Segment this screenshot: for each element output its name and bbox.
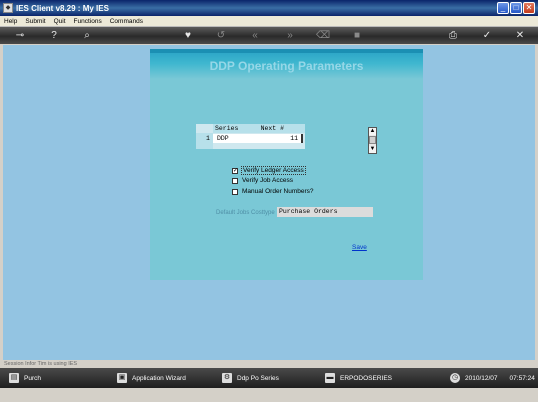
taskbar: ▤ Purch ▣ Application Wizard ⚙ Ddp Po Se… [0, 368, 538, 388]
print-icon[interactable]: ⎙ [446, 29, 460, 42]
table-row[interactable]: DDP 11 [213, 134, 303, 143]
window-title: IES Client v8.29 : My IES [16, 3, 109, 13]
wizard-icon: ▣ [117, 373, 127, 383]
panel-header: DDP Operating Parameters [150, 49, 423, 79]
task-ddp-po-series[interactable]: ⚙ Ddp Po Series [222, 372, 279, 384]
task-purch[interactable]: ▤ Purch [9, 372, 41, 384]
workspace: DDP Operating Parameters Series Next # 1… [3, 45, 535, 360]
menu-bar: Help Submit Quit Functions Commands [0, 16, 538, 27]
car-icon: ▬ [325, 373, 335, 383]
verify-job-row[interactable]: Verify Job Access [232, 177, 294, 184]
stop-icon[interactable]: ■ [350, 29, 364, 42]
document-icon: ▤ [9, 373, 19, 383]
verify-job-label: Verify Job Access [242, 177, 293, 184]
verify-ledger-label: Verify Ledger Access [241, 166, 306, 175]
grid-header: Series Next # [213, 124, 305, 133]
clock-icon: ◷ [450, 373, 460, 383]
back-icon[interactable]: « [248, 29, 262, 42]
heart-icon[interactable]: ♥ [181, 29, 195, 42]
row-selector[interactable] [196, 133, 213, 149]
key-icon[interactable]: ⊸ [10, 29, 30, 42]
menu-functions[interactable]: Functions [74, 18, 102, 25]
panel-title: DDP Operating Parameters [209, 59, 364, 73]
verify-ledger-row[interactable]: ✓ Verify Ledger Access [232, 166, 306, 175]
column-header-series: Series [215, 125, 239, 132]
session-info: Session Infor Tim is using IES [0, 360, 538, 368]
parameters-panel: DDP Operating Parameters Series Next # 1… [150, 49, 423, 280]
menu-help[interactable]: Help [4, 18, 17, 25]
maximize-button[interactable]: □ [510, 2, 522, 14]
grid-scrollbar[interactable]: ▲ ▼ [368, 127, 377, 154]
task-application-wizard[interactable]: ▣ Application Wizard [117, 372, 186, 384]
app-icon: ◆ [3, 3, 13, 13]
trash-icon[interactable]: ⌫ [316, 29, 330, 42]
scroll-thumb[interactable] [369, 136, 376, 144]
row-number: 1 [206, 135, 210, 142]
task-erpodoseries-label: ERPODOSERIES [340, 374, 393, 382]
history-icon[interactable]: ↺ [214, 29, 228, 42]
clock: ◷ 2010/12/07 07:57:24 [450, 372, 535, 384]
column-header-next: Next # [260, 125, 284, 132]
manual-order-label: Manual Order Numbers? [242, 188, 314, 195]
menu-quit[interactable]: Quit [54, 18, 66, 25]
default-jobs-field[interactable]: Purchase Orders [277, 207, 373, 217]
time-text: 07:57:24 [509, 374, 535, 382]
close-button[interactable]: ✕ [523, 2, 535, 14]
task-ddp-po-series-label: Ddp Po Series [237, 374, 279, 382]
task-application-wizard-label: Application Wizard [132, 374, 186, 382]
task-erpodoseries[interactable]: ▬ ERPODOSERIES [325, 372, 392, 384]
manual-order-row[interactable]: Manual Order Numbers? [232, 188, 315, 195]
verify-ledger-checkbox[interactable]: ✓ [232, 167, 238, 174]
scroll-up-icon[interactable]: ▲ [369, 128, 376, 135]
manual-order-checkbox[interactable] [232, 188, 238, 195]
default-jobs-label: Default Jobs Costtype [216, 210, 275, 216]
date-text: 2010/12/07 [465, 374, 498, 382]
menu-commands[interactable]: Commands [110, 18, 143, 25]
forward-icon[interactable]: » [283, 29, 297, 42]
title-bar: ◆ IES Client v8.29 : My IES _ □ ✕ [0, 0, 538, 16]
help-icon[interactable]: ? [47, 29, 61, 42]
save-link[interactable]: Save [352, 244, 367, 251]
task-purch-label: Purch [24, 374, 41, 382]
series-grid: Series Next # 1 DDP 11 [196, 124, 305, 149]
settings-icon: ⚙ [222, 373, 232, 383]
minimize-button[interactable]: _ [497, 2, 509, 14]
scroll-down-icon[interactable]: ▼ [369, 146, 376, 153]
cell-next[interactable]: 11 [290, 135, 298, 142]
menu-submit[interactable]: Submit [25, 18, 45, 25]
cell-series[interactable]: DDP [217, 135, 229, 142]
verify-job-checkbox[interactable] [232, 177, 238, 184]
search-icon[interactable]: ⌕ [80, 29, 94, 42]
toolbar: ⊸ ? ⌕ ♥ ↺ « » ⌫ ■ ⎙ ✓ ✕ [0, 27, 538, 44]
window-controls: _ □ ✕ [497, 2, 535, 14]
bottom-strip [0, 388, 538, 402]
close-icon[interactable]: ✕ [513, 29, 527, 42]
ok-icon[interactable]: ✓ [480, 29, 494, 42]
